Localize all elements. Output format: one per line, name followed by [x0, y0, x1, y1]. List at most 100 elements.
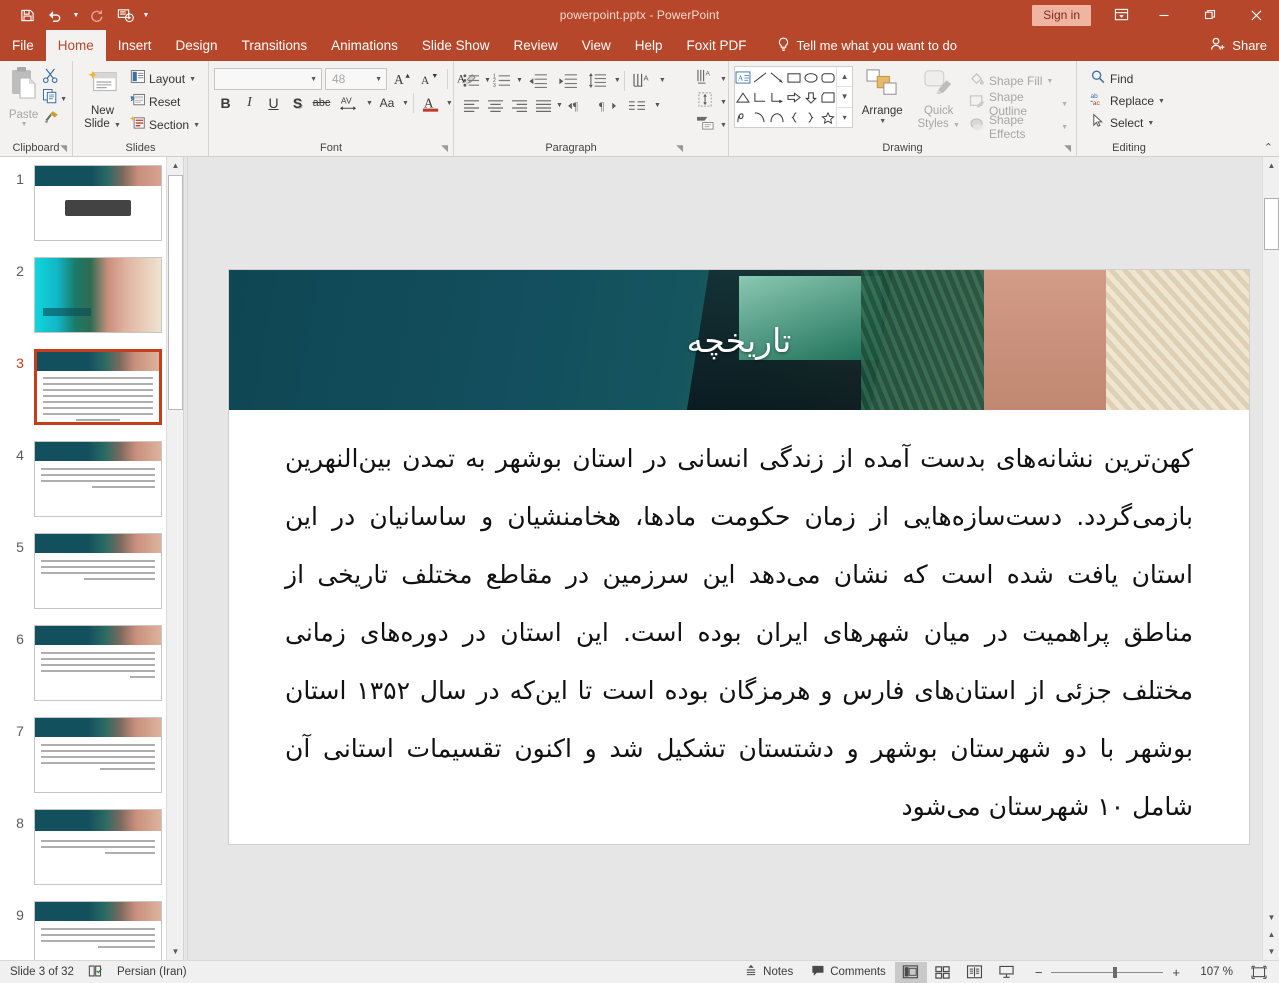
- change-case-button[interactable]: Aa: [374, 92, 400, 114]
- thumbnail-preview[interactable]: [34, 625, 162, 701]
- thumbnail-preview[interactable]: [34, 901, 162, 960]
- shapes-gallery-more-icon[interactable]: ▾: [837, 106, 853, 127]
- shape-rectangle-icon[interactable]: [786, 67, 803, 87]
- select-button[interactable]: Select ▼: [1087, 112, 1157, 134]
- font-color-button[interactable]: A: [418, 92, 444, 114]
- normal-view-button[interactable]: [894, 961, 927, 983]
- reset-button[interactable]: Reset: [127, 91, 203, 113]
- shape-curve-icon[interactable]: [752, 107, 769, 127]
- text-box-align-dropdown-icon[interactable]: ▼: [720, 99, 727, 106]
- arrange-dropdown-icon[interactable]: ▼: [879, 118, 886, 125]
- tab-home[interactable]: Home: [45, 30, 106, 61]
- slide-body-text[interactable]: کهن‌ترین نشانه‌های بدست آمده از زندگی ان…: [229, 410, 1249, 836]
- shape-text-box-icon[interactable]: A: [735, 67, 752, 87]
- align-text-button[interactable]: A ▼: [693, 68, 730, 90]
- tab-view[interactable]: View: [570, 30, 623, 61]
- select-dropdown-icon[interactable]: ▼: [1147, 120, 1154, 127]
- thumbnail-slide-9[interactable]: 9: [0, 901, 183, 960]
- zoom-control[interactable]: − + 107 %: [1023, 965, 1241, 980]
- shape-triangle-icon[interactable]: [735, 87, 752, 107]
- columns-button[interactable]: [623, 95, 653, 117]
- font-size-input[interactable]: 48 ▼: [325, 68, 387, 90]
- shapes-gallery-scroll[interactable]: ▲ ▼ ▾: [836, 67, 853, 127]
- drawing-dialog-launcher[interactable]: ◥: [1064, 143, 1071, 154]
- text-direction-button[interactable]: A: [628, 70, 658, 92]
- character-spacing-button[interactable]: AV: [334, 92, 364, 114]
- columns-dropdown-icon[interactable]: ▼: [654, 102, 661, 109]
- shapes-gallery[interactable]: A ▲ ▼ ▾: [734, 66, 854, 128]
- shape-elbow-connector-icon[interactable]: [752, 87, 769, 107]
- thumbnail-preview[interactable]: [34, 165, 162, 241]
- strikethrough-button[interactable]: abc: [310, 92, 333, 114]
- font-size-dropdown-icon[interactable]: ▼: [375, 76, 382, 83]
- increase-font-size-button[interactable]: A: [390, 68, 414, 90]
- section-dropdown-icon[interactable]: ▼: [193, 122, 200, 129]
- font-dialog-launcher[interactable]: ◥: [441, 143, 448, 154]
- rtl-text-button[interactable]: ¶: [593, 95, 623, 117]
- slide-scroll-down-icon[interactable]: ▼: [1263, 909, 1279, 926]
- notes-button[interactable]: Notes: [735, 961, 802, 983]
- paragraph-dialog-launcher[interactable]: ◥: [676, 143, 683, 154]
- slide-sorter-view-button[interactable]: [927, 962, 959, 983]
- increase-indent-button[interactable]: [553, 70, 583, 92]
- thumbnail-panel-scrollbar[interactable]: ▲ ▼: [166, 157, 183, 960]
- zoom-out-button[interactable]: −: [1035, 965, 1043, 980]
- thumbnail-slide-8[interactable]: 8: [0, 809, 183, 901]
- thumbnail-scroll-down-icon[interactable]: ▼: [167, 943, 183, 960]
- shape-down-arrow-icon[interactable]: [802, 87, 819, 107]
- format-painter-button[interactable]: [42, 110, 67, 130]
- thumbnail-slide-7[interactable]: 7: [0, 717, 183, 809]
- text-shadow-button[interactable]: S: [286, 92, 309, 114]
- thumbnail-slide-3[interactable]: 3: [0, 349, 183, 441]
- numbering-dropdown-icon[interactable]: ▼: [516, 77, 523, 84]
- slide-scrollbar-thumb[interactable]: [1264, 198, 1279, 250]
- customize-quick-access-toolbar-icon[interactable]: ▼: [140, 3, 152, 27]
- slide-indicator[interactable]: Slide 3 of 32: [10, 966, 74, 978]
- change-case-dropdown-icon[interactable]: ▼: [402, 100, 409, 107]
- font-name-dropdown-icon[interactable]: ▼: [310, 76, 317, 83]
- convert-smartart-dropdown-icon[interactable]: ▼: [720, 122, 727, 129]
- font-color-dropdown-icon[interactable]: ▼: [446, 100, 453, 107]
- bullets-button[interactable]: [459, 70, 483, 92]
- convert-to-smartart-button[interactable]: ▼: [693, 114, 730, 136]
- shape-flowchart-icon[interactable]: [819, 87, 836, 107]
- text-box-align-button[interactable]: ▼: [693, 91, 730, 113]
- thumbnail-slide-2[interactable]: 2: [0, 257, 183, 349]
- tab-slide-show[interactable]: Slide Show: [410, 30, 502, 61]
- line-spacing-button[interactable]: [583, 70, 613, 92]
- zoom-slider-handle[interactable]: [1113, 966, 1118, 978]
- zoom-percentage[interactable]: 107 %: [1189, 966, 1233, 978]
- font-name-input[interactable]: ▼: [214, 68, 322, 90]
- shape-arrow-icon[interactable]: [769, 67, 786, 87]
- tab-design[interactable]: Design: [164, 30, 230, 61]
- accessibility-checker-icon[interactable]: [88, 964, 103, 981]
- slide-thumbnail-panel[interactable]: 1 2 3 4 5 6 7 8 9 ▲ ▼: [0, 157, 183, 960]
- undo-dropdown-icon[interactable]: ▼: [70, 3, 82, 27]
- slide-show-view-button[interactable]: [991, 962, 1023, 983]
- tab-animations[interactable]: Animations: [319, 30, 410, 61]
- justify-dropdown-icon[interactable]: ▼: [556, 102, 563, 109]
- shapes-scroll-up-icon[interactable]: ▲: [837, 67, 852, 86]
- italic-button[interactable]: I: [238, 92, 261, 114]
- thumbnail-preview[interactable]: [34, 349, 162, 425]
- align-text-dropdown-icon[interactable]: ▼: [720, 76, 727, 83]
- decrease-indent-button[interactable]: [523, 70, 553, 92]
- cut-button[interactable]: [42, 68, 67, 88]
- tell-me-box[interactable]: Tell me what you want to do: [759, 30, 957, 61]
- bullets-dropdown-icon[interactable]: ▼: [484, 77, 491, 84]
- shape-star-icon[interactable]: [819, 107, 836, 127]
- underline-button[interactable]: U: [262, 92, 285, 114]
- thumbnail-preview[interactable]: [34, 809, 162, 885]
- character-spacing-dropdown-icon[interactable]: ▼: [366, 100, 373, 107]
- copy-button[interactable]: ▼: [42, 88, 67, 109]
- replace-dropdown-icon[interactable]: ▼: [1158, 98, 1165, 105]
- numbering-button[interactable]: 123: [491, 70, 515, 92]
- arrange-button[interactable]: Arrange ▼: [853, 66, 911, 127]
- thumbnail-slide-1[interactable]: 1: [0, 165, 183, 257]
- previous-slide-icon[interactable]: ▲: [1263, 926, 1279, 943]
- minimize-button[interactable]: [1141, 0, 1187, 30]
- text-direction-dropdown-icon[interactable]: ▼: [659, 77, 666, 84]
- shape-freeform-icon[interactable]: [735, 107, 752, 127]
- paste-dropdown-icon[interactable]: ▼: [21, 121, 28, 128]
- tab-foxit-pdf[interactable]: Foxit PDF: [675, 30, 759, 61]
